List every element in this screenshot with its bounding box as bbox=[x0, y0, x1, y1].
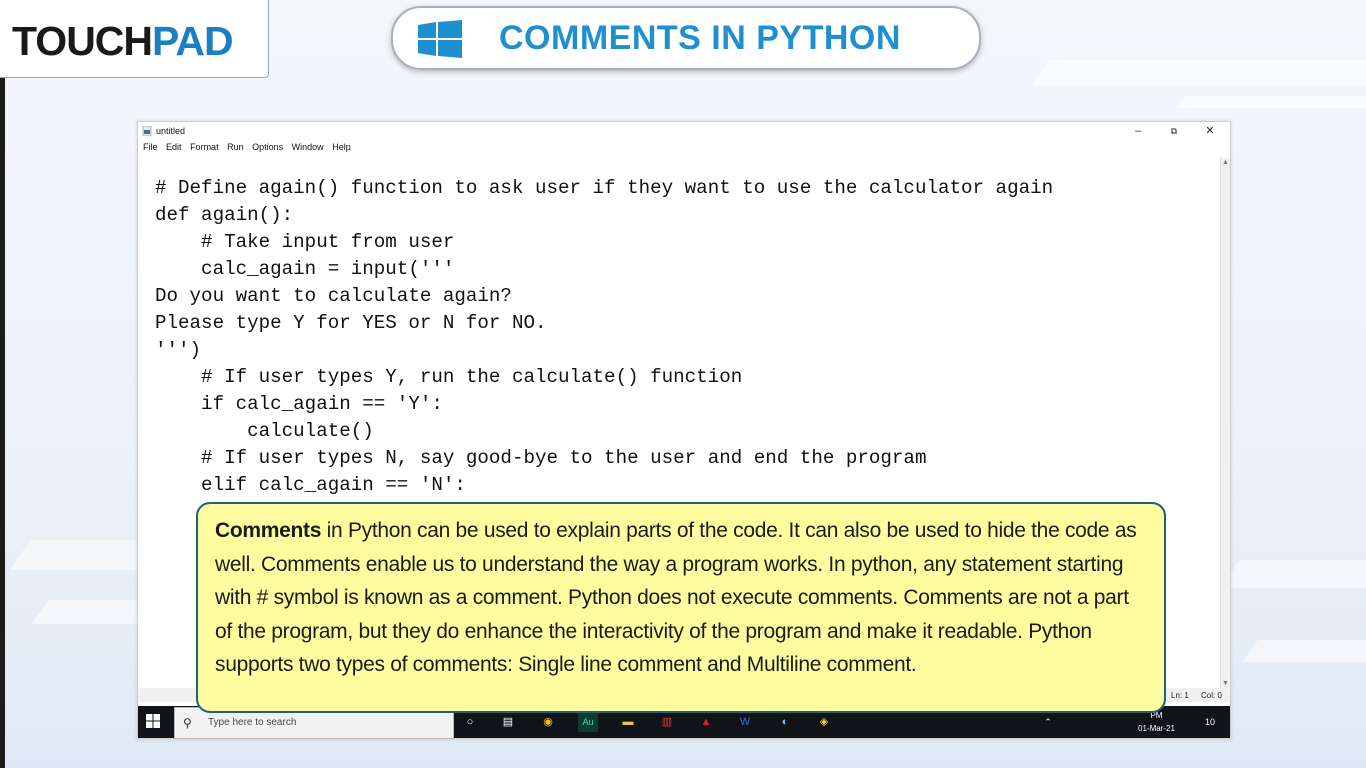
menu-file[interactable]: File bbox=[143, 142, 158, 152]
callout-body: in Python can be used to explain parts o… bbox=[215, 519, 1137, 676]
code-text[interactable]: # Define again() function to ask user if… bbox=[155, 175, 1053, 499]
window-title: untitled bbox=[156, 126, 186, 136]
notification-count: 10 bbox=[1204, 717, 1215, 727]
code-line: # If user types Y, run the calculate() f… bbox=[155, 366, 743, 388]
notification-icon[interactable]: 10 bbox=[1200, 712, 1220, 732]
code-line: # Define again() function to ask user if… bbox=[155, 177, 1054, 199]
code-line: # If user types N, say good-bye to the u… bbox=[155, 447, 927, 469]
code-line: # Take input from user bbox=[155, 231, 455, 253]
restore-button[interactable]: ⧉ bbox=[1156, 122, 1192, 141]
task-view-icon[interactable]: ○ bbox=[460, 712, 480, 732]
menu-format[interactable]: Format bbox=[190, 142, 219, 152]
code-line: ''') bbox=[155, 339, 202, 361]
menu-options[interactable]: Options bbox=[252, 142, 283, 152]
word-icon[interactable]: W bbox=[735, 712, 755, 732]
logo-text: TOUCHPAD bbox=[12, 18, 234, 65]
background-streak bbox=[1220, 560, 1366, 588]
menu-help[interactable]: Help bbox=[332, 142, 351, 152]
callout-bold-term: Comments bbox=[215, 519, 322, 542]
line-number: Ln: 1 bbox=[1171, 691, 1189, 700]
close-button[interactable]: ✕ bbox=[1192, 122, 1228, 141]
code-line: Do you want to calculate again? bbox=[155, 285, 512, 307]
audition-icon[interactable]: Au bbox=[578, 712, 598, 732]
search-icon: ⚲ bbox=[183, 716, 192, 730]
callout-text: Comments in Python can be used to explai… bbox=[215, 514, 1148, 682]
code-line: Please type Y for YES or N for NO. bbox=[155, 312, 547, 334]
taskbar-app-red-icon[interactable]: ▥ bbox=[657, 712, 677, 732]
code-line: def again(): bbox=[155, 204, 294, 226]
window-titlebar[interactable]: untitled – ⧉ ✕ bbox=[138, 122, 1230, 141]
column-number: Col: 0 bbox=[1201, 691, 1222, 700]
background-streak bbox=[1242, 640, 1366, 662]
header-title-pill: COMMENTS IN PYTHON bbox=[391, 6, 981, 70]
menu-run[interactable]: Run bbox=[227, 142, 244, 152]
logo-part-touch: TOUCH bbox=[12, 18, 153, 64]
windows-logo-icon bbox=[418, 20, 462, 58]
python-icon[interactable]: ◈ bbox=[814, 712, 834, 732]
left-edge-bar bbox=[0, 78, 5, 768]
explanation-callout: Comments in Python can be used to explai… bbox=[196, 502, 1166, 713]
start-button[interactable] bbox=[146, 714, 160, 728]
page-title: COMMENTS IN PYTHON bbox=[499, 19, 901, 57]
logo-part-pad: PAD bbox=[152, 18, 234, 64]
python-file-icon bbox=[142, 126, 152, 136]
code-line: calculate() bbox=[155, 420, 374, 442]
menu-window[interactable]: Window bbox=[292, 142, 324, 152]
background-streak bbox=[1175, 96, 1366, 108]
taskbar-app-icon-2[interactable]: ◐ bbox=[775, 712, 795, 732]
clock-date: 01-Mar-21 bbox=[1138, 724, 1175, 733]
search-placeholder: Type here to search bbox=[208, 717, 297, 728]
menu-edit[interactable]: Edit bbox=[166, 142, 182, 152]
system-tray-icons[interactable]: ⌃ bbox=[1038, 712, 1058, 732]
code-line: elif calc_again == 'N': bbox=[155, 474, 466, 496]
code-line: if calc_again == 'Y': bbox=[155, 393, 443, 415]
scroll-down-icon[interactable]: ▼ bbox=[1221, 679, 1230, 688]
code-line: calc_again = input(''' bbox=[155, 258, 455, 280]
taskbar-app-icon[interactable]: ▤ bbox=[498, 712, 518, 732]
minimize-button[interactable]: – bbox=[1120, 122, 1156, 141]
chrome-icon[interactable]: ◉ bbox=[538, 712, 558, 732]
vertical-scrollbar[interactable]: ▲ ▼ bbox=[1220, 158, 1230, 688]
menu-bar: File Edit Format Run Options Window Help bbox=[138, 142, 352, 156]
scroll-up-icon[interactable]: ▲ bbox=[1221, 158, 1230, 167]
background-streak bbox=[1030, 60, 1366, 86]
file-explorer-icon[interactable]: ▬ bbox=[618, 712, 638, 732]
touchpad-logo: TOUCHPAD bbox=[0, 0, 269, 78]
acrobat-icon[interactable]: ▲ bbox=[696, 712, 716, 732]
